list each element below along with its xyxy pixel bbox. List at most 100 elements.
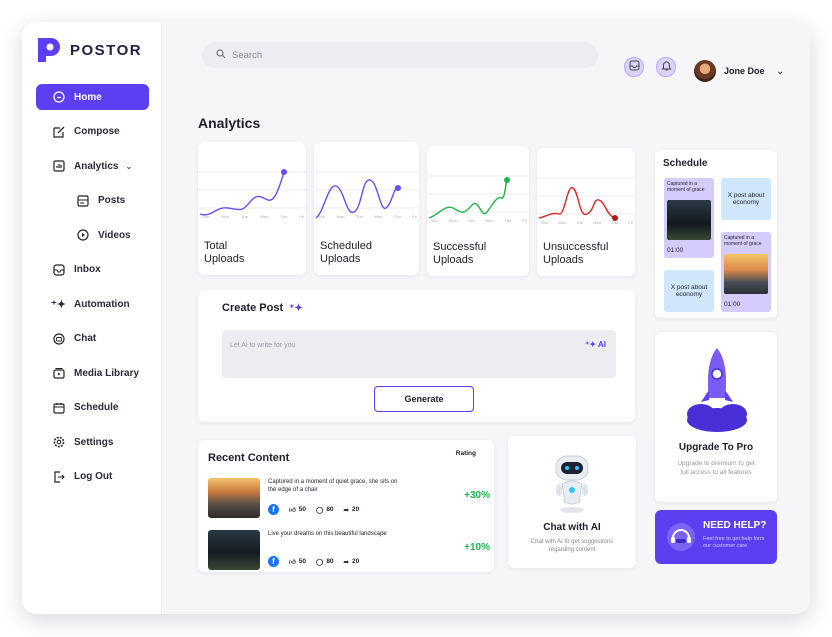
share-icon: ➦ bbox=[343, 506, 349, 514]
day-label: Sun bbox=[431, 218, 439, 223]
day-label: Wed bbox=[592, 220, 602, 225]
notifications-button[interactable] bbox=[656, 57, 676, 77]
sidebar-item-settings[interactable]: Settings bbox=[36, 429, 149, 455]
content-stats: f 👍︎ 50 ◯ 80 ➦ 20 bbox=[268, 504, 359, 515]
schedule-card[interactable]: X post about economy bbox=[721, 178, 771, 220]
day-label: Tue bbox=[467, 218, 475, 223]
headset-icon bbox=[667, 523, 695, 551]
avatar bbox=[694, 60, 716, 82]
compose-icon bbox=[52, 125, 65, 138]
day-label: Sun bbox=[541, 220, 549, 225]
day-label: Fri bbox=[412, 214, 417, 219]
sidebar-item-label: Log Out bbox=[74, 471, 113, 482]
recent-content-title: Recent Content bbox=[208, 452, 290, 464]
schedule-card[interactable]: Captured in a moment of grace 01:00 bbox=[721, 232, 771, 312]
thumbs-up-icon: 👍︎ bbox=[289, 506, 296, 514]
schedule-card[interactable]: X post about economy bbox=[664, 270, 714, 312]
schedule-panel: Schedule Captured in a moment of grace 0… bbox=[655, 150, 777, 318]
sidebar-item-label: Inbox bbox=[74, 264, 101, 275]
create-post-panel: Create Post ⁺✦ Let Ai to write for you ⁺… bbox=[198, 290, 635, 422]
logo-icon bbox=[36, 36, 62, 64]
sidebar-item-label: Automation bbox=[74, 298, 130, 310]
ai-prompt-input[interactable]: Let Ai to write for you ⁺✦ AI bbox=[222, 330, 616, 378]
thumbs-up-icon: 👍︎ bbox=[289, 558, 296, 566]
sidebar-item-analytics[interactable]: Analytics ⌄ bbox=[36, 153, 149, 179]
calendar-icon bbox=[52, 401, 65, 414]
stat-card-successful[interactable]: Sun Mon Tue Wed Thu Fri Successful Uploads bbox=[427, 146, 529, 276]
stat-label: Successful Uploads bbox=[433, 241, 487, 266]
sidebar-item-compose[interactable]: Compose bbox=[36, 119, 149, 145]
day-label: Thu bbox=[280, 214, 288, 219]
day-label: Mon bbox=[449, 218, 457, 223]
schedule-time: 01:00 bbox=[667, 247, 684, 254]
schedule-card-text: X post about economy bbox=[727, 192, 765, 206]
rocket-icon bbox=[687, 348, 747, 432]
day-label: Wed bbox=[374, 214, 383, 219]
schedule-card[interactable]: Captured in a moment of grace 01:00 bbox=[664, 178, 714, 258]
brand-name: POSTOR bbox=[70, 41, 143, 59]
generate-button[interactable]: Generate bbox=[374, 386, 474, 412]
recent-content-panel: Recent Content Rating Captured in a mome… bbox=[198, 440, 494, 572]
chat-ai-panel[interactable]: Chat with AI Chat with AI to get suggest… bbox=[508, 436, 636, 568]
content-caption: Captured in a moment of quiet grace, she… bbox=[268, 479, 398, 493]
create-post-heading: Create Post bbox=[222, 302, 284, 314]
content-stats: f 👍︎ 50 ◯ 80 ➦ 20 bbox=[268, 556, 359, 567]
analytics-icon bbox=[52, 160, 65, 173]
user-name: Jone Doe bbox=[724, 66, 765, 76]
day-label: Wed bbox=[259, 214, 269, 219]
ai-button[interactable]: ⁺✦ AI bbox=[585, 340, 606, 349]
day-label: Fri bbox=[628, 220, 633, 225]
sidebar-item-log-out[interactable]: Log Out bbox=[36, 464, 149, 490]
media-library-icon bbox=[52, 367, 65, 380]
rating-value: +30% bbox=[464, 490, 490, 501]
gear-icon bbox=[52, 436, 65, 449]
day-label: Mon bbox=[558, 220, 567, 225]
logo[interactable]: POSTOR bbox=[36, 36, 142, 64]
search-input[interactable]: Search bbox=[202, 42, 598, 68]
user-menu[interactable]: Jone Doe ⌄ bbox=[694, 60, 784, 82]
search-placeholder: Search bbox=[232, 49, 263, 61]
home-icon bbox=[52, 91, 65, 104]
sidebar-item-label: Videos bbox=[98, 229, 131, 241]
content-thumbnail bbox=[208, 478, 260, 518]
sidebar-item-home[interactable]: Home bbox=[36, 84, 149, 110]
sidebar-item-posts[interactable]: Posts bbox=[36, 188, 149, 214]
sidebar-item-label: Home bbox=[74, 91, 102, 103]
sidebar-item-inbox[interactable]: Inbox bbox=[36, 257, 149, 283]
need-help-banner[interactable]: NEED HELP? Feel free to get help form ou… bbox=[655, 510, 777, 564]
inbox-button[interactable] bbox=[624, 57, 644, 77]
sidebar-item-automation[interactable]: ⁺✦ Automation bbox=[36, 291, 149, 317]
inbox-icon bbox=[629, 58, 640, 76]
content-row[interactable]: Captured in a moment of quiet grace, she… bbox=[208, 478, 490, 524]
chevron-down-icon[interactable]: ⌄ bbox=[125, 162, 132, 171]
day-label: Wed bbox=[485, 218, 494, 223]
day-label: Sun bbox=[202, 214, 210, 219]
stat-card-total[interactable]: Sun Mon Tue Wed Thu Fri Total Uploads bbox=[198, 142, 306, 275]
sidebar-item-label: Compose bbox=[74, 126, 120, 137]
need-help-title: NEED HELP? bbox=[703, 520, 767, 531]
stat-card-unsuccessful[interactable]: Sun Mon Tue Wed Thu Fri Unsuccessful Uploads bbox=[537, 148, 635, 276]
sidebar-item-label: Schedule bbox=[74, 402, 119, 413]
schedule-thumbnail bbox=[667, 200, 711, 240]
shares-stat: ➦ 20 bbox=[344, 558, 360, 566]
sidebar-item-videos[interactable]: Videos bbox=[36, 222, 149, 248]
sidebar-item-label: Settings bbox=[74, 436, 114, 448]
day-axis: Sun Mon Tue Wed Thu Fri bbox=[202, 214, 304, 219]
sidebar-item-media-library[interactable]: Media Library bbox=[36, 360, 149, 386]
bell-icon bbox=[660, 58, 672, 76]
schedule-title: Schedule bbox=[663, 158, 708, 169]
sparkle-icon: ⁺✦ bbox=[50, 298, 67, 311]
content-caption: Live your dreams on this beautiful lands… bbox=[268, 531, 387, 537]
content-row[interactable]: Live your dreams on this beautiful lands… bbox=[208, 530, 490, 576]
sidebar-item-chat[interactable]: Chat bbox=[36, 326, 149, 352]
stat-card-scheduled[interactable]: Sun Mon Tue Wed Thu Fri Scheduled Uploads bbox=[314, 142, 419, 275]
upgrade-title: Upgrade To Pro bbox=[678, 442, 754, 453]
likes-stat: 👍︎ 50 bbox=[289, 558, 306, 566]
day-label: Tue bbox=[355, 214, 363, 219]
shares-stat: ➦ 20 bbox=[344, 506, 360, 514]
sidebar-nav: Home Compose Analytics ⌄ Posts Videos In… bbox=[36, 84, 149, 498]
sidebar-item-schedule[interactable]: Schedule bbox=[36, 395, 149, 421]
robot-icon bbox=[555, 455, 589, 513]
ai-prompt-placeholder: Let Ai to write for you bbox=[230, 342, 296, 349]
upgrade-panel[interactable]: Upgrade To Pro Upgrade to premium to get… bbox=[655, 332, 777, 502]
